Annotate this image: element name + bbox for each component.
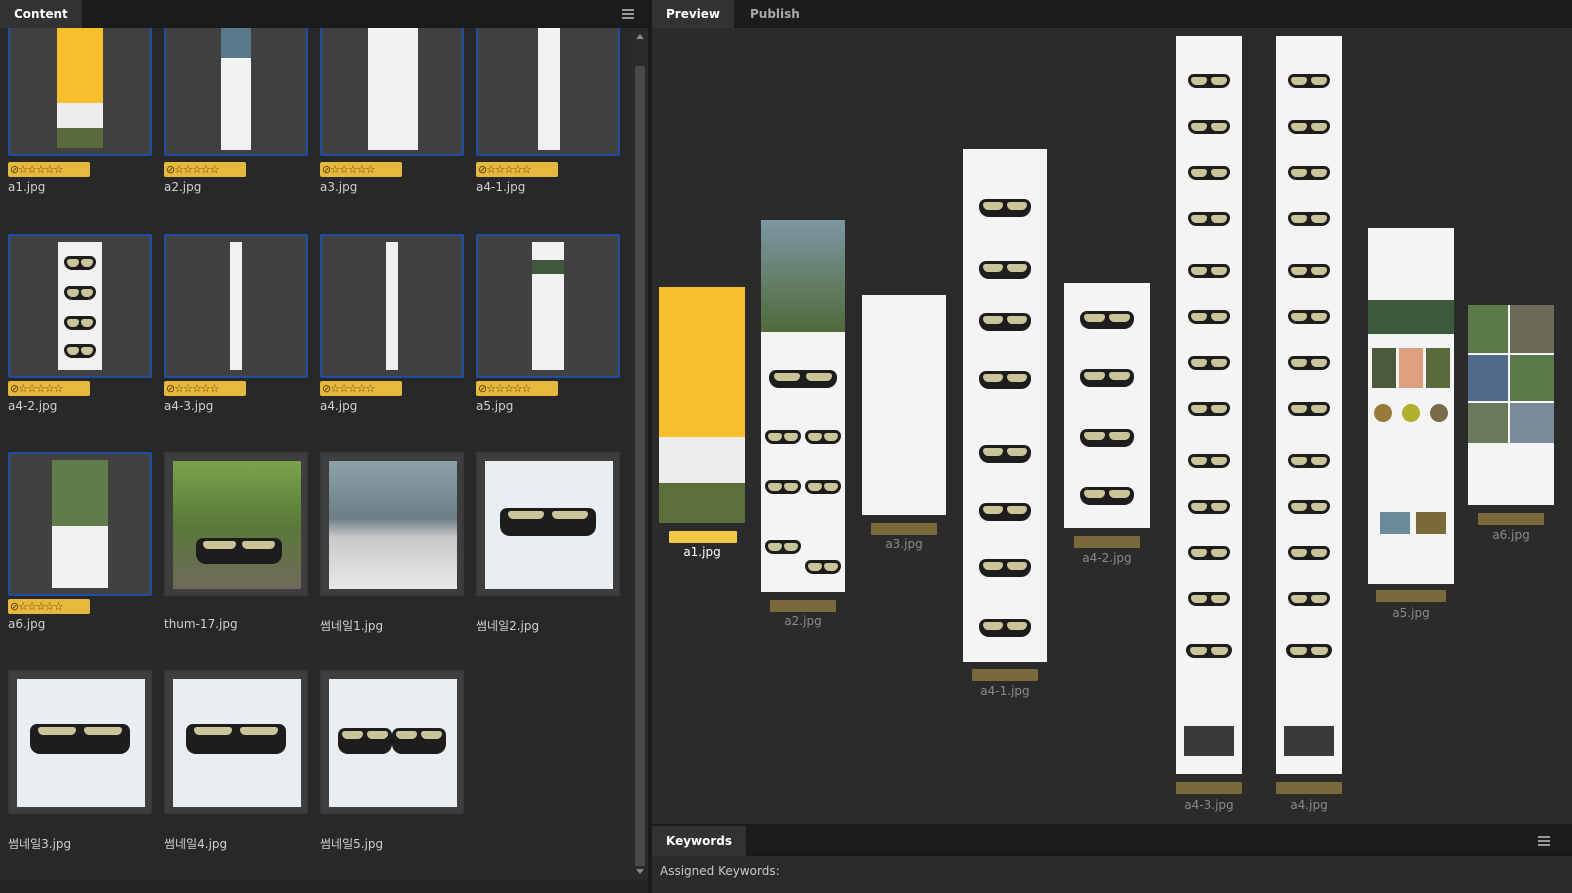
thumbnail[interactable]: [164, 234, 308, 378]
preview-file-name: a5.jpg: [1392, 606, 1430, 620]
thumbnail[interactable]: [476, 234, 620, 378]
scroll-down-icon[interactable]: [636, 869, 644, 874]
thumbnail[interactable]: [476, 28, 620, 156]
tab-content[interactable]: Content: [0, 0, 82, 28]
content-panel: Content ⊘☆☆☆☆☆ a1.jpg ⊘☆☆☆☆☆ a2.jpg ⊘☆☆☆…: [0, 0, 648, 893]
label-bar: [770, 600, 836, 612]
horizontal-scrollbar[interactable]: [0, 880, 648, 893]
preview-image[interactable]: [1368, 228, 1454, 584]
file-name: a4-3.jpg: [164, 399, 214, 413]
thumbnail[interactable]: [8, 452, 152, 596]
hamburger-menu-icon[interactable]: [1538, 836, 1550, 846]
rating-badge[interactable]: ⊘☆☆☆☆☆: [8, 381, 90, 396]
tab-publish[interactable]: Publish: [736, 0, 814, 28]
file-name: a4.jpg: [320, 399, 358, 413]
rating-badge[interactable]: ⊘☆☆☆☆☆: [8, 162, 90, 177]
thumbnail[interactable]: [320, 28, 464, 156]
assigned-keywords-label: Assigned Keywords:: [660, 864, 780, 878]
preview-file-name: a2.jpg: [784, 614, 822, 628]
content-tabbar: Content: [0, 0, 648, 28]
tab-preview[interactable]: Preview: [652, 0, 735, 28]
thumbnail[interactable]: [320, 452, 464, 596]
preview-image[interactable]: [761, 220, 845, 592]
thumbnail[interactable]: [476, 452, 620, 596]
rating-badge[interactable]: ⊘☆☆☆☆☆: [476, 162, 558, 177]
preview-file-name: a3.jpg: [885, 537, 923, 551]
preview-image[interactable]: [862, 295, 946, 515]
preview-area: a1.jpg a2.jpg a3.jpg a4-1.jpg a4-2.jpg a…: [652, 28, 1572, 824]
thumbnail[interactable]: [320, 234, 464, 378]
label-bar: [1074, 536, 1140, 548]
label-bar: [1276, 782, 1342, 794]
preview-image[interactable]: [1064, 283, 1150, 528]
file-name: a3.jpg: [320, 180, 358, 194]
file-name: a1.jpg: [8, 180, 46, 194]
preview-file-name: a6.jpg: [1492, 528, 1530, 542]
label-bar: [972, 669, 1038, 681]
label-bar: [1478, 513, 1544, 525]
thumbnail[interactable]: [164, 28, 308, 156]
scroll-up-icon[interactable]: [636, 34, 644, 39]
thumbnail[interactable]: [320, 670, 464, 814]
hamburger-menu-icon[interactable]: [622, 9, 634, 19]
preview-file-name: a4.jpg: [1290, 798, 1328, 812]
file-name: a2.jpg: [164, 180, 202, 194]
label-bar: [1176, 782, 1242, 794]
preview-image[interactable]: [1176, 36, 1242, 774]
thumbnail[interactable]: [8, 28, 152, 156]
preview-panel: Preview Publish a1.jpg a2.jpg a3.jpg a4-…: [652, 0, 1572, 824]
file-name: 썸네일5.jpg: [320, 837, 384, 851]
tab-keywords[interactable]: Keywords: [652, 826, 747, 856]
file-name: 썸네일2.jpg: [476, 619, 540, 633]
thumbnail[interactable]: [8, 670, 152, 814]
rating-badge[interactable]: ⊘☆☆☆☆☆: [320, 162, 402, 177]
label-bar: [1376, 590, 1446, 602]
preview-tabbar: Preview Publish: [652, 0, 1572, 28]
file-name: a6.jpg: [8, 617, 46, 631]
rating-badge[interactable]: ⊘☆☆☆☆☆: [164, 162, 246, 177]
file-name: thum-17.jpg: [164, 617, 238, 631]
keywords-panel: Keywords Assigned Keywords:: [652, 826, 1572, 893]
file-name: a4-1.jpg: [476, 180, 526, 194]
rating-badge[interactable]: ⊘☆☆☆☆☆: [164, 381, 246, 396]
file-name: 썸네일3.jpg: [8, 837, 72, 851]
keywords-tabbar: Keywords: [652, 826, 1572, 856]
preview-file-name: a4-3.jpg: [1184, 798, 1234, 812]
rating-badge[interactable]: ⊘☆☆☆☆☆: [476, 381, 558, 396]
preview-image[interactable]: [659, 287, 745, 523]
thumbnail[interactable]: [164, 670, 308, 814]
thumbnail[interactable]: [164, 452, 308, 596]
preview-image[interactable]: [1276, 36, 1342, 774]
content-grid: ⊘☆☆☆☆☆ a1.jpg ⊘☆☆☆☆☆ a2.jpg ⊘☆☆☆☆☆ a3.jp…: [0, 28, 632, 880]
preview-image[interactable]: [963, 149, 1047, 662]
file-name: a5.jpg: [476, 399, 514, 413]
label-bar: [871, 523, 937, 535]
preview-file-name: a4-2.jpg: [1082, 551, 1132, 565]
file-name: 썸네일4.jpg: [164, 837, 228, 851]
label-bar: [669, 531, 737, 543]
file-name: a4-2.jpg: [8, 399, 58, 413]
file-name: 썸네일1.jpg: [320, 619, 384, 633]
thumbnail[interactable]: [8, 234, 152, 378]
preview-file-name: a1.jpg: [683, 545, 721, 559]
rating-badge[interactable]: ⊘☆☆☆☆☆: [320, 381, 402, 396]
rating-badge[interactable]: ⊘☆☆☆☆☆: [8, 599, 90, 614]
preview-file-name: a4-1.jpg: [980, 684, 1030, 698]
preview-image[interactable]: [1468, 305, 1554, 505]
vertical-scrollbar[interactable]: [632, 28, 648, 880]
scrollbar-thumb[interactable]: [635, 66, 645, 866]
